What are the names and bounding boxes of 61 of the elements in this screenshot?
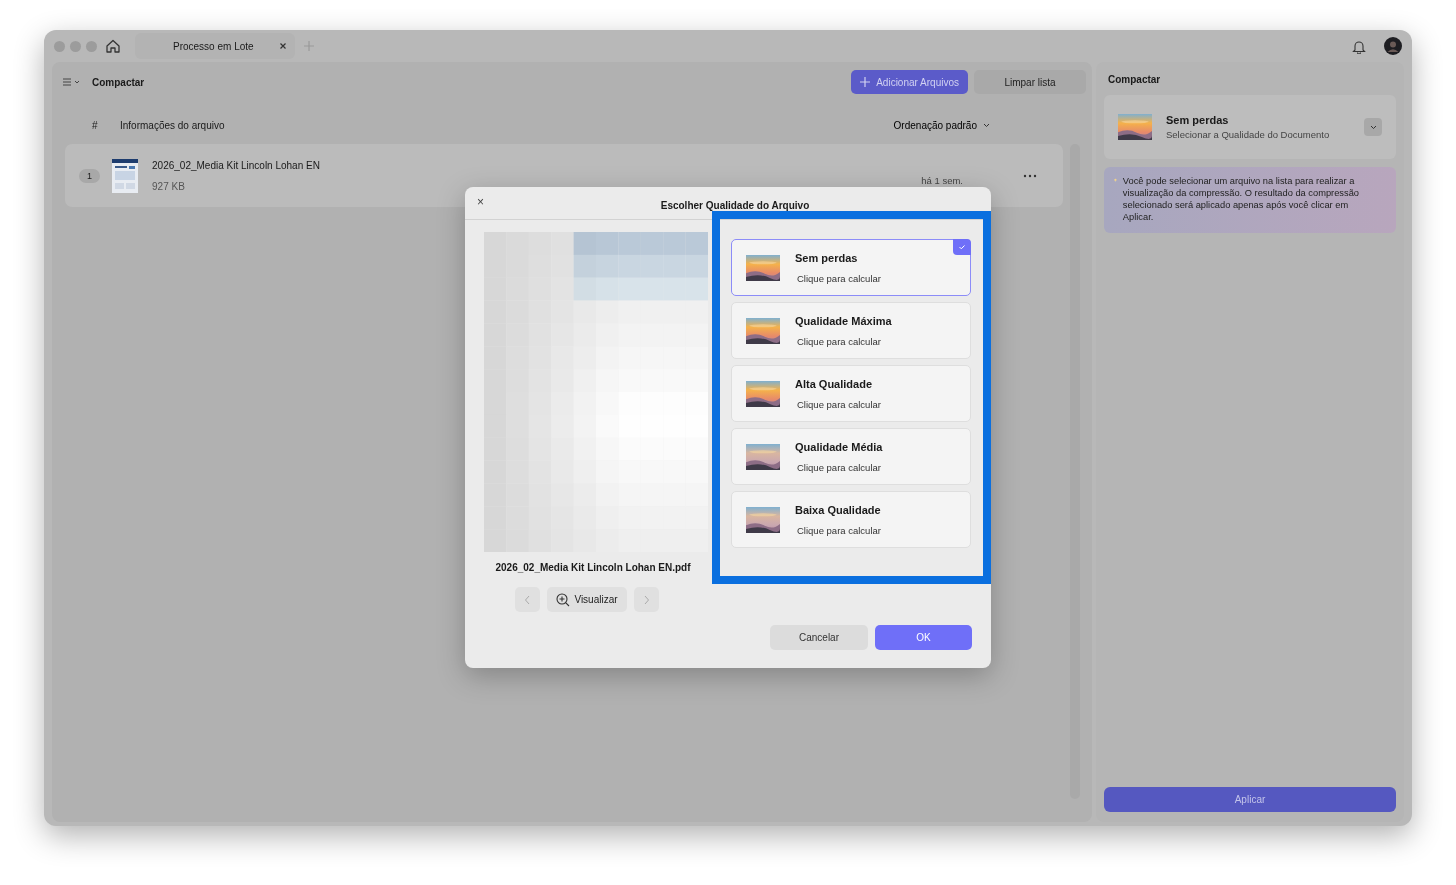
file-name: 2026_02_Media Kit Lincoln Lohan EN.pdf	[495, 562, 691, 573]
bell-icon[interactable]	[1352, 38, 1366, 54]
column-header: Informações do arquivo	[120, 119, 225, 131]
quality-card[interactable]: Sem perdas Selecionar a Qualidade do Documento	[1104, 95, 1396, 159]
option-title: Qualidade Máxima	[795, 314, 892, 327]
option-title: Alta Qualidade	[795, 377, 874, 390]
quality-option[interactable]: Qualidade Máxima Clique para calcular	[731, 302, 971, 359]
document-thumbnail	[112, 158, 138, 193]
next-button[interactable]	[633, 587, 659, 612]
home-icon	[105, 38, 121, 54]
option-title: Baixa Qualidade	[795, 503, 881, 516]
plus-icon[interactable]	[303, 40, 315, 52]
menu-icon	[62, 77, 80, 87]
sort-dropdown[interactable]: Ordenação padrão	[893, 119, 990, 131]
more-icon[interactable]	[1023, 173, 1037, 178]
mode-title: Compactar	[92, 76, 145, 88]
home-button[interactable]	[105, 38, 121, 54]
option-subtitle: Clique para calcular	[797, 461, 882, 473]
option-subtitle: Clique para calcular	[797, 398, 881, 410]
chevron-down-icon	[983, 122, 990, 128]
panel-title: Compactar	[1107, 73, 1162, 87]
tab[interactable]: Processo em Lote	[135, 33, 295, 59]
chevron-left-icon	[524, 594, 532, 605]
tip-text: Você pode selecionar um arquivo na lista para realizar a visualização da compressão. O resultado da compressão selecionado será aplicado apenas após você clicar em Aplicar.	[1122, 175, 1360, 223]
chevron-down-icon	[1369, 124, 1377, 130]
option-subtitle: Clique para calcular	[797, 272, 881, 284]
ok-button[interactable]: OK	[875, 625, 972, 650]
plus-icon	[860, 77, 871, 87]
window-control[interactable]	[70, 40, 81, 52]
quality-option[interactable]: Sem perdas Clique para calcular	[731, 239, 971, 296]
option-subtitle: Clique para calcular	[797, 524, 881, 536]
option-title: Sem perdas	[795, 251, 859, 264]
quality-title: Sem perdas	[1166, 114, 1230, 126]
tab-title: Processo em Lote	[173, 40, 254, 52]
dropdown-button[interactable]	[1364, 118, 1382, 136]
chevron-right-icon	[642, 594, 650, 605]
preview-button[interactable]: Visualizar	[547, 587, 627, 612]
file-size: 927 KB	[152, 180, 186, 192]
window-control[interactable]	[54, 40, 65, 52]
avatar-icon[interactable]	[1384, 37, 1402, 55]
quality-subtitle: Selecionar a Qualidade do Documento	[1166, 129, 1330, 140]
add-files-button[interactable]: Adicionar Arquivos	[851, 70, 968, 94]
close-button[interactable]: ×	[477, 195, 484, 209]
zoom-in-icon	[556, 592, 571, 607]
checkmark-badge-icon	[953, 239, 971, 255]
quality-option[interactable]: Alta Qualidade Clique para calcular	[731, 365, 971, 422]
quality-option[interactable]: Baixa Qualidade Clique para calcular	[731, 491, 971, 548]
clear-list-button[interactable]: Limpar lista	[974, 70, 1086, 94]
cancel-button[interactable]: Cancelar	[770, 625, 868, 650]
close-icon[interactable]	[279, 42, 287, 50]
file-date: há 1 sem.	[921, 175, 963, 186]
column-header: #	[92, 119, 99, 131]
row-number: 1	[79, 168, 100, 183]
option-subtitle: Clique para calcular	[797, 335, 882, 347]
window-control[interactable]	[86, 40, 97, 52]
apply-button[interactable]: Aplicar	[1104, 787, 1396, 812]
quality-option[interactable]: Qualidade Média Clique para calcular	[731, 428, 971, 485]
file-name: 2026_02_Media Kit Lincoln Lohan EN	[152, 159, 320, 171]
previous-button[interactable]	[515, 587, 541, 612]
option-title: Qualidade Média	[795, 440, 883, 453]
menu-button[interactable]	[62, 77, 80, 87]
